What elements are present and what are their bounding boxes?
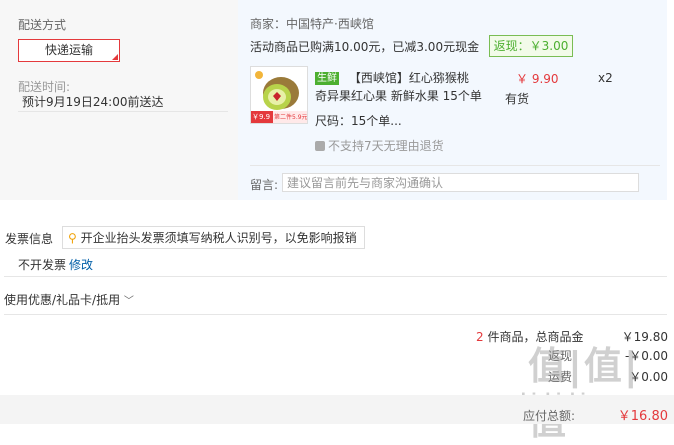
- summary-count-number: 2: [476, 330, 484, 344]
- stock-status: 有货: [505, 92, 530, 106]
- no-return-text: 不支持7天无理由退货: [328, 139, 444, 153]
- product-price: ￥ 9.90: [516, 72, 559, 86]
- coupon-toggle[interactable]: 使用优惠/礼品卡/抵用 ﹀: [4, 291, 134, 308]
- express-delivery-button[interactable]: 快递运输: [18, 39, 120, 62]
- rebate-badge: 返现：￥3.00: [489, 35, 573, 57]
- location-pin-icon: ⚲: [68, 231, 77, 245]
- chevron-down-icon: ﹀: [123, 296, 134, 307]
- product-image[interactable]: ￥9.9 第二件5.9元: [250, 66, 308, 124]
- payable-value: ￥16.80: [617, 409, 668, 424]
- invoice-status: 不开发票: [18, 258, 67, 272]
- coupon-label: 使用优惠/礼品卡/抵用: [4, 293, 121, 307]
- invoice-divider: [4, 276, 667, 277]
- merchant-name: 商家：中国特产·西峡馆: [250, 17, 374, 31]
- payable-label: 应付总额:: [523, 409, 576, 423]
- delivery-title: 配送方式: [18, 18, 67, 32]
- product-size: 尺码：15个单...: [315, 114, 402, 128]
- note-label: 留言:: [250, 178, 279, 192]
- note-input[interactable]: 建议留言前先与商家沟通确认: [282, 173, 639, 192]
- product-name-line1: 【西峡馆】红心猕猴桃: [348, 71, 469, 85]
- invoice-tip-text: 开企业抬头发票须填写纳税人识别号，以免影响报销: [80, 231, 357, 245]
- delivery-time-value: 预计9月19日24:00前送达: [22, 95, 164, 109]
- shop-divider: [250, 165, 660, 166]
- image-promo-tag: 第二件5.9元: [274, 114, 308, 121]
- image-price-tag: ￥9.9: [252, 113, 271, 121]
- promo-text: 活动商品已购满10.00元，已减3.00元现金: [250, 40, 480, 54]
- product-quantity: x2: [598, 71, 613, 85]
- product-name-line2: 奇异果红心果 新鲜水果 15个单: [315, 89, 482, 103]
- no-return-icon: [315, 141, 325, 151]
- fresh-badge: 生鲜: [315, 72, 339, 85]
- invoice-tip: ⚲ 开企业抬头发票须填写纳税人识别号，以免影响报销: [62, 226, 365, 249]
- coupon-divider: [4, 314, 667, 315]
- invoice-modify-link[interactable]: 修改: [69, 256, 93, 273]
- delivery-divider: [18, 111, 228, 112]
- product-title[interactable]: 生鲜 【西峡馆】红心猕猴桃 奇异果红心果 新鲜水果 15个单: [315, 69, 485, 105]
- no-return-notice: 不支持7天无理由退货: [315, 137, 444, 154]
- selected-corner-icon: [112, 54, 118, 60]
- invoice-title: 发票信息: [5, 232, 54, 246]
- express-delivery-label: 快递运输: [44, 43, 93, 57]
